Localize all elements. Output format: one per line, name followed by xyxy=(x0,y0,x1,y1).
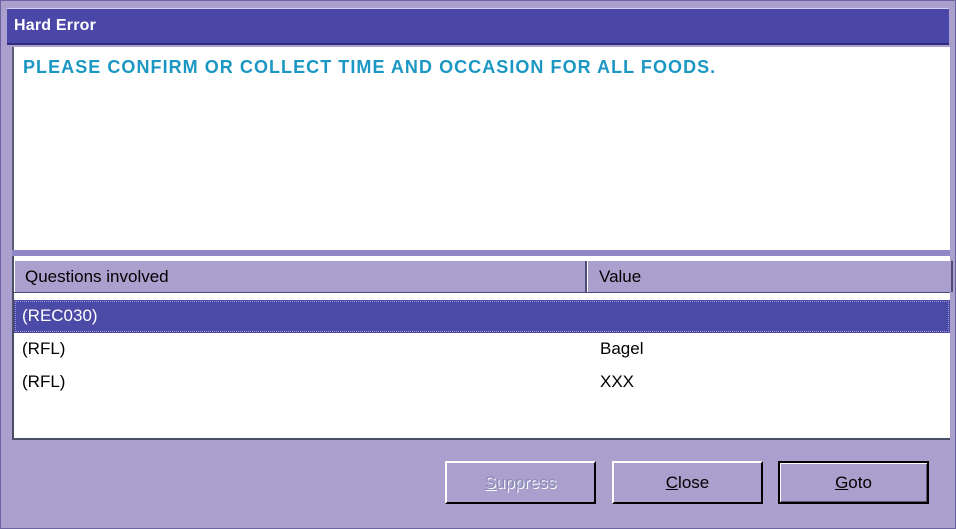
questions-list: Questions involved Value (REC030) (RFL) … xyxy=(12,256,953,440)
question-cell: (RFL) xyxy=(22,339,66,358)
table-row[interactable]: (RFL) Bagel xyxy=(14,333,950,366)
value-cell: XXX xyxy=(600,372,635,391)
close-label: lose xyxy=(678,473,710,492)
question-cell: (RFL) xyxy=(22,372,66,391)
question-cell: (REC030) xyxy=(22,306,98,325)
close-button[interactable]: Close xyxy=(612,461,763,504)
hard-error-dialog: Hard Error PLEASE CONFIRM OR COLLECT TIM… xyxy=(0,0,956,529)
error-message: PLEASE CONFIRM OR COLLECT TIME AND OCCAS… xyxy=(23,57,717,77)
title-bar[interactable]: Hard Error xyxy=(7,8,949,45)
window-title: Hard Error xyxy=(14,17,97,34)
goto-button[interactable]: Goto xyxy=(778,461,929,504)
suppress-button[interactable]: Suppress xyxy=(445,461,596,504)
column-header-questions[interactable]: Questions involved xyxy=(14,261,587,292)
message-panel: PLEASE CONFIRM OR COLLECT TIME AND OCCAS… xyxy=(12,47,950,250)
goto-label: oto xyxy=(848,473,872,492)
list-header: Questions involved Value xyxy=(14,260,953,293)
close-mnemonic: C xyxy=(665,473,679,492)
column-header-value[interactable]: Value xyxy=(587,261,953,292)
value-cell: Bagel xyxy=(600,339,644,358)
table-row[interactable]: (RFL) XXX xyxy=(14,366,950,399)
suppress-label: uppress xyxy=(495,473,557,492)
table-row[interactable]: (REC030) xyxy=(14,300,950,333)
goto-mnemonic: G xyxy=(835,473,849,492)
suppress-mnemonic: S xyxy=(484,473,496,492)
